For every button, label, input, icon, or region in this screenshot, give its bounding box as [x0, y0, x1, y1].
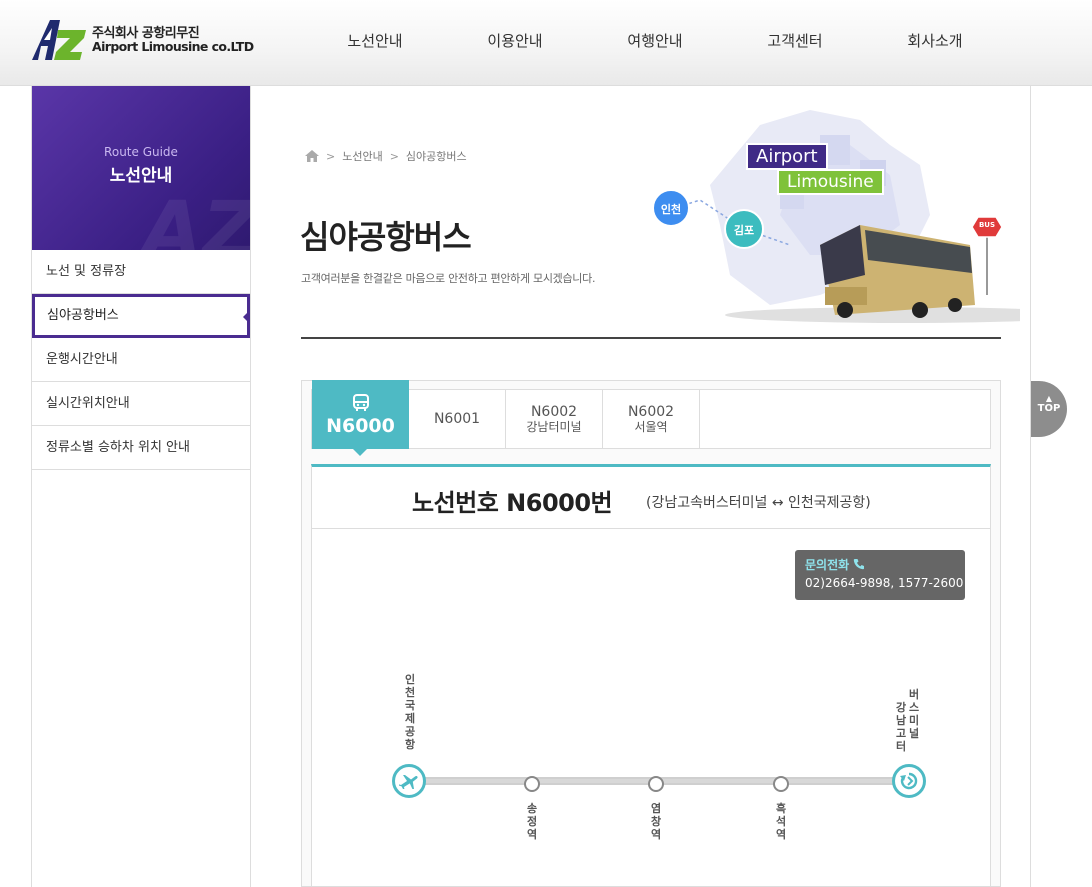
contact-phone-numbers: 02)2664-9898, 1577-2600 [805, 576, 964, 590]
global-nav: 노선안내 이용안내 여행안내 고객센터 회사소개 [305, 30, 1005, 51]
nav-company[interactable]: 회사소개 [865, 30, 1005, 51]
tab-n6002-seoul-station[interactable]: N6002 서울역 [603, 390, 700, 448]
nav-travel-guide[interactable]: 여행안내 [585, 30, 725, 51]
route-detail: 노선번호 N6000번 (강남고속버스터미널 ↔ 인천국제공항) 문의전화 02… [311, 464, 991, 887]
tab-n6001[interactable]: N6001 [409, 390, 506, 448]
end-stop-label-col2: 버스미널 [908, 688, 920, 740]
nav-usage-guide[interactable]: 이용안내 [445, 30, 585, 51]
tab-n6002-gangnam[interactable]: N6002 강남터미널 [506, 390, 603, 448]
site-logo[interactable]: 주식회사 공항리무진 Airport Limousine co.LTD [30, 16, 254, 62]
stop-yeomchang[interactable] [648, 776, 664, 792]
tab-label: N6002 [627, 404, 675, 420]
page-title: 심야공항버스 [300, 218, 472, 256]
route-header: 노선번호 N6000번 (강남고속버스터미널 ↔ 인천국제공항) [312, 467, 990, 529]
nav-customer-center[interactable]: 고객센터 [725, 30, 865, 51]
sidebar-item-routes-stops[interactable]: 노선 및 정류장 [32, 250, 250, 294]
end-terminal-gangnam[interactable] [892, 764, 926, 798]
frame-divider-right [1030, 86, 1031, 887]
bus-illustration-icon [820, 225, 975, 318]
top-button-label: TOP [1037, 403, 1061, 414]
bubble-gimpo: 김포 [724, 209, 764, 249]
stop-label-yeomchang: 염창역 [650, 802, 662, 841]
route-subtitle: (강남고속버스터미널 ↔ 인천국제공항) [646, 495, 871, 511]
title-divider [301, 337, 1001, 339]
sidebar-hero-english: Route Guide [104, 145, 178, 159]
breadcrumb: > 노선안내 > 심야공항버스 [305, 148, 467, 164]
end-stop-label: 버스미널 강남고터 [894, 688, 920, 758]
phone-icon [854, 559, 865, 570]
sidebar-menu: 노선 및 정류장 심야공항버스 운행시간안내 실시간위치안내 정류소별 승하차 … [32, 250, 250, 470]
az-logo-icon [32, 20, 86, 60]
tab-label: N6000 [326, 414, 395, 437]
tab-n6000[interactable]: N6000 [312, 380, 409, 456]
stop-songjeong[interactable] [524, 776, 540, 792]
end-stop-label-col1: 강남고터 [895, 701, 907, 753]
contact-phone-box: 문의전화 02)2664-9898, 1577-2600 [795, 550, 965, 600]
logo-english-text: Airport Limousine co.LTD [92, 39, 254, 54]
sidebar-hero-title: 노선안내 [109, 166, 173, 186]
tab-label: N6001 [433, 411, 481, 427]
bus-sign-text: BUS [978, 221, 996, 229]
hero-tag-airport: Airport [746, 143, 828, 170]
tab-sublabel: 서울역 [634, 420, 668, 434]
sidebar-hero: AZ Route Guide 노선안내 [32, 86, 250, 250]
stop-label-songjeong: 송정역 [526, 802, 538, 841]
breadcrumb-route-guide[interactable]: 노선안내 [342, 148, 382, 164]
stop-heukseok[interactable] [773, 776, 789, 792]
frame-divider-mid [250, 86, 251, 887]
arrow-up-icon: ▲ [1045, 394, 1053, 403]
breadcrumb-separator-icon: > [326, 149, 336, 163]
breadcrumb-separator-icon: > [389, 149, 399, 163]
sidebar-item-timetable[interactable]: 운행시간안내 [32, 338, 250, 382]
return-arrow-icon [900, 772, 918, 790]
home-icon[interactable] [305, 150, 319, 162]
nav-route-guide[interactable]: 노선안내 [305, 30, 445, 51]
site-header: 주식회사 공항리무진 Airport Limousine co.LTD 노선안내… [0, 0, 1092, 86]
breadcrumb-current: 심야공항버스 [405, 150, 467, 163]
tab-label: N6002 [530, 404, 578, 420]
sidebar-item-stop-boarding-location[interactable]: 정류소별 승하차 위치 안내 [32, 426, 250, 470]
hero-illustration: BUS Airport Limousine 인천 김포 [620, 105, 1020, 330]
start-terminal-airport[interactable] [392, 764, 426, 798]
bubble-incheon: 인천 [652, 189, 690, 227]
hero-tag-limousine: Limousine [777, 169, 884, 195]
scroll-top-button[interactable]: ▲ TOP [1031, 381, 1067, 437]
sidebar-item-late-night-bus[interactable]: 심야공항버스 [32, 294, 250, 338]
route-tabs: N6000 N6001 N6002 강남터미널 N6002 서울역 [311, 380, 991, 456]
bus-icon [352, 393, 369, 411]
page-description: 고객여러분을 한결같은 마음으로 안전하고 편안하게 모시겠습니다. [301, 272, 596, 285]
sidebar-item-realtime-location[interactable]: 실시간위치안내 [32, 382, 250, 426]
contact-label: 문의전화 [805, 556, 955, 573]
az-watermark-icon: AZ [142, 186, 250, 250]
start-stop-label: 인천국제공항 [404, 673, 416, 751]
airplane-icon [399, 775, 418, 789]
tab-sublabel: 강남터미널 [526, 420, 582, 434]
route-title: 노선번호 N6000번 [412, 489, 613, 517]
stop-label-heukseok: 흑석역 [775, 802, 787, 841]
